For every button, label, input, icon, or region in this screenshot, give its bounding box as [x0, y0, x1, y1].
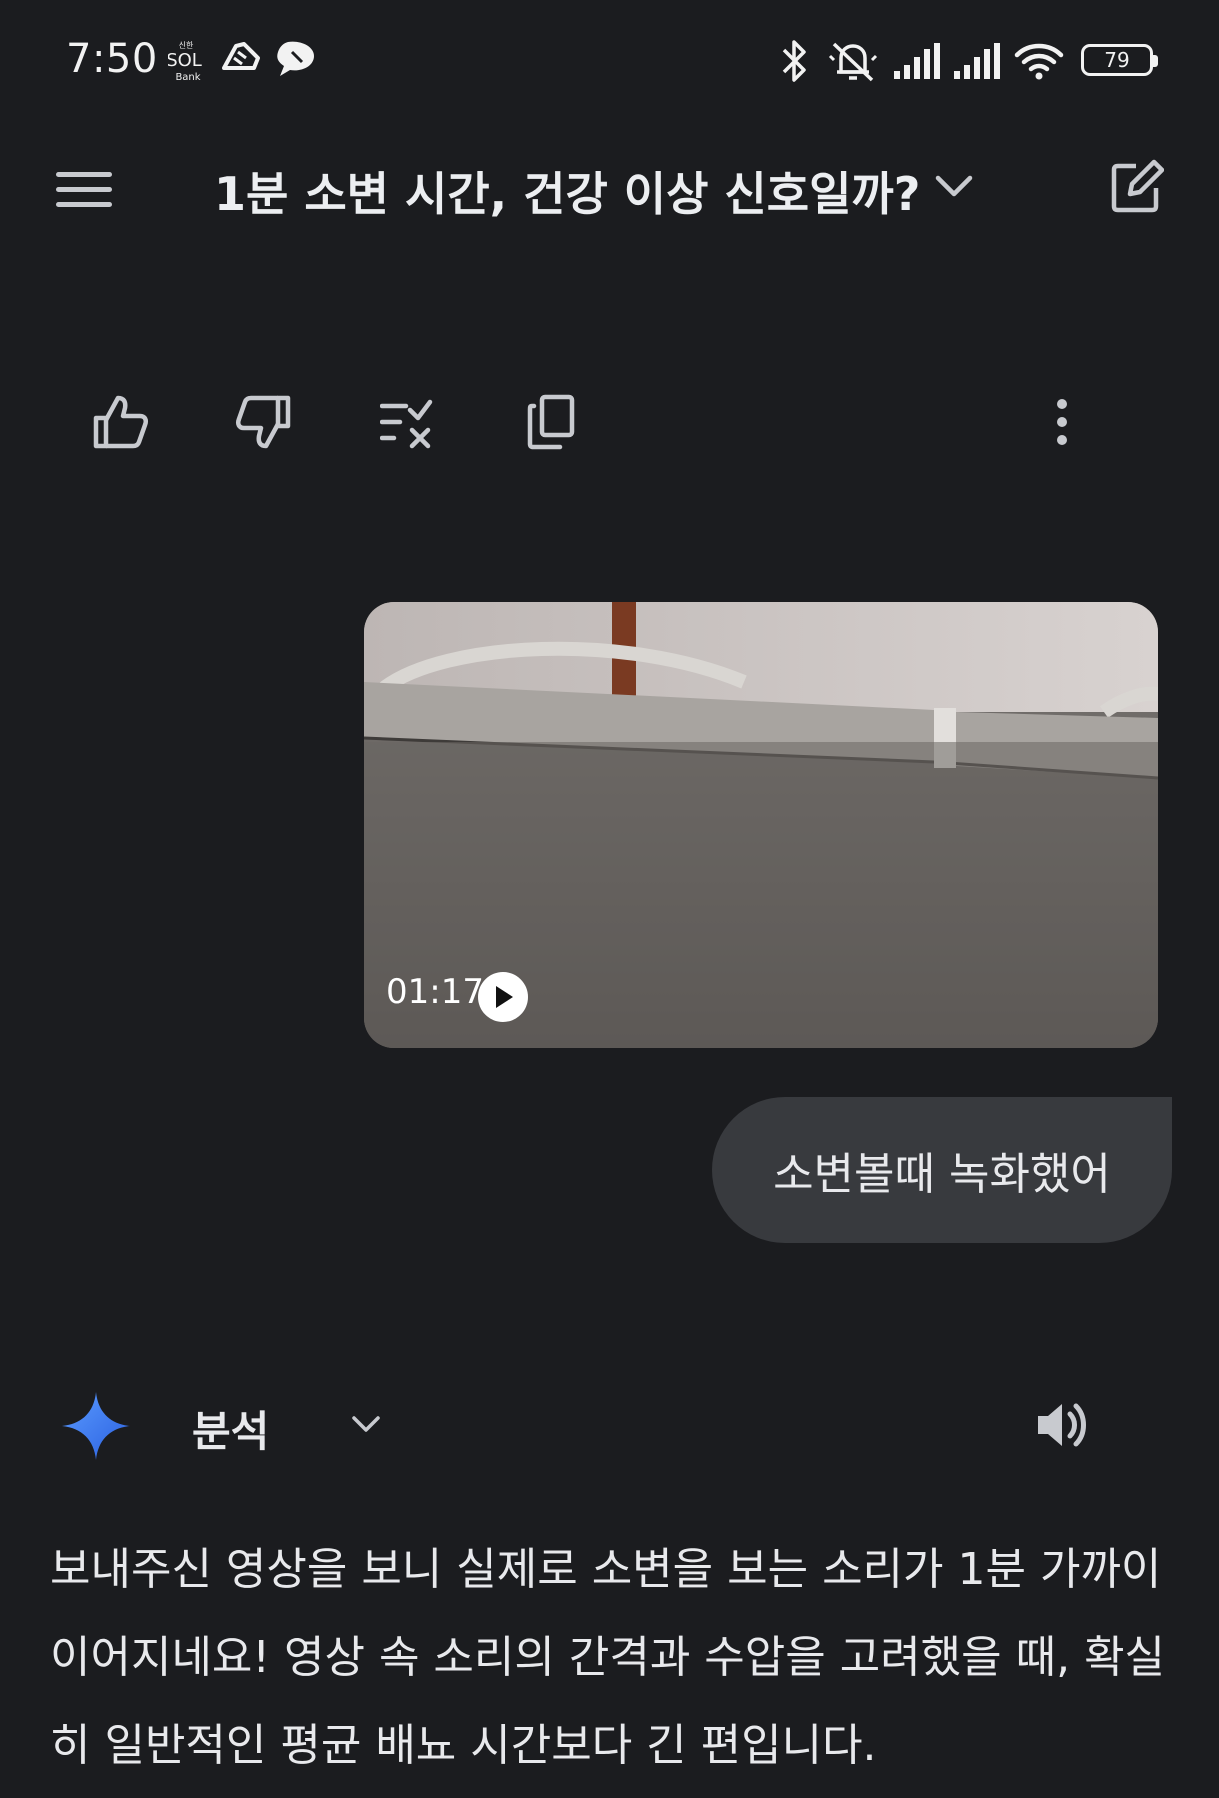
svg-text:Bank: Bank — [175, 72, 200, 82]
chevron-down-icon[interactable] — [350, 1410, 382, 1438]
shoe-icon — [222, 42, 260, 70]
status-time: 7:50 — [66, 36, 158, 82]
model-mode-label[interactable]: 분석 — [192, 1398, 269, 1459]
user-message-text: 소변볼때 녹화했어 — [773, 1149, 1111, 1200]
status-icons — [778, 36, 1064, 86]
edit-icon[interactable] — [1110, 158, 1164, 214]
mute-icon — [828, 42, 878, 82]
compare-icon[interactable] — [380, 394, 434, 450]
video-duration: 01:17 — [386, 972, 484, 1012]
thumbs-up-icon[interactable] — [92, 394, 150, 450]
battery-indicator: 79 — [1081, 44, 1158, 76]
user-message-bubble: 소변볼때 녹화했어 — [712, 1097, 1172, 1243]
copy-icon[interactable] — [526, 394, 576, 450]
play-icon — [496, 986, 513, 1008]
thumbs-down-icon[interactable] — [234, 394, 292, 450]
signal-icon — [894, 43, 940, 79]
svg-text:SOL: SOL — [168, 50, 202, 71]
battery-level: 79 — [1104, 48, 1130, 72]
chevron-down-icon[interactable] — [934, 168, 974, 204]
menu-icon[interactable] — [56, 170, 112, 210]
bluetooth-icon — [782, 40, 806, 82]
video-attachment[interactable]: 01:17 — [364, 602, 1158, 1048]
more-vert-icon[interactable] — [1052, 394, 1072, 450]
speaker-icon[interactable] — [1034, 1398, 1090, 1452]
conversation-title[interactable]: 1분 소변 시간, 건강 이상 신호일까? — [214, 158, 920, 224]
svg-text:신한: 신한 — [179, 41, 194, 50]
signal-icon — [954, 43, 1000, 79]
spark-icon — [62, 1392, 130, 1460]
sol-bank-icon: 신한 SOL Bank — [168, 41, 202, 82]
chat-bubble-icon — [277, 41, 314, 76]
wifi-icon — [1014, 43, 1064, 80]
model-response-text: 보내주신 영상을 보니 실제로 소변을 보는 소리가 1분 가까이 이어지네요!… — [50, 1544, 1166, 1771]
play-button[interactable] — [478, 972, 528, 1022]
